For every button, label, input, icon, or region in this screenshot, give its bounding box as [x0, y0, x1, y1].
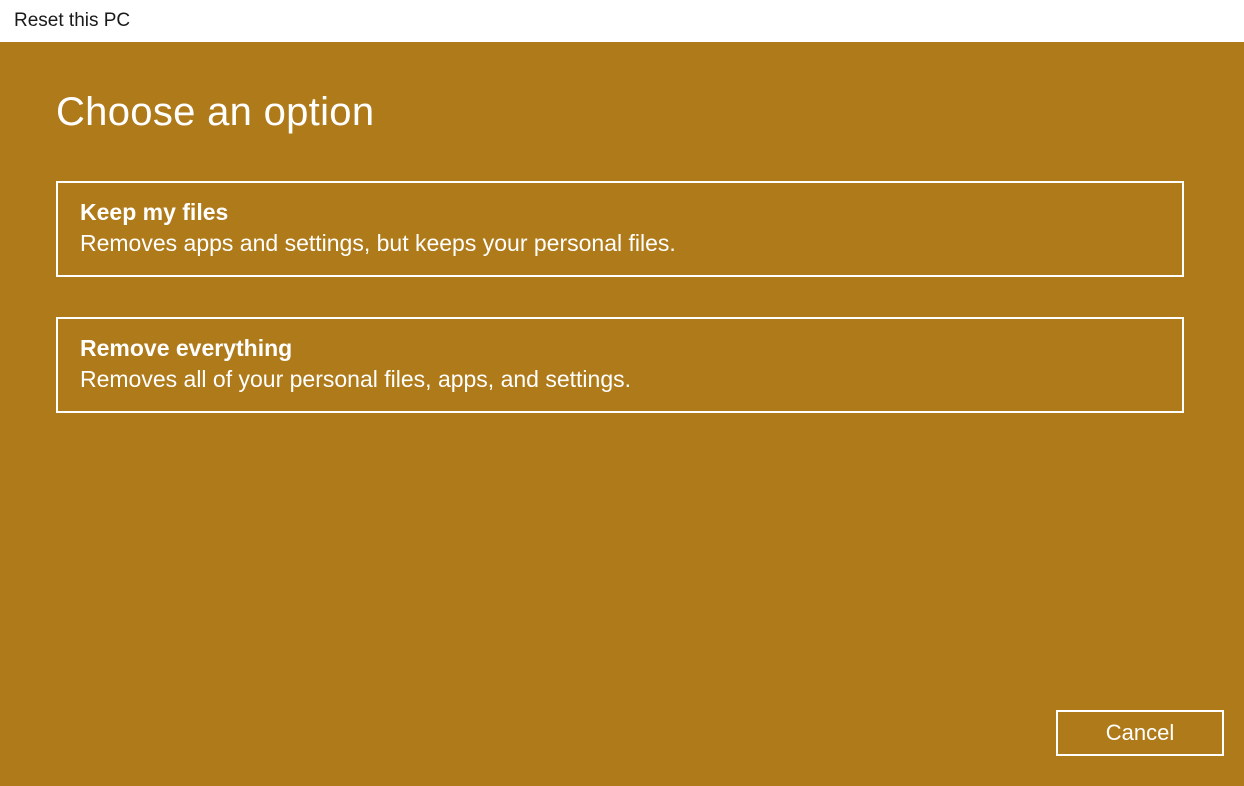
page-heading: Choose an option: [56, 90, 1188, 135]
cancel-button[interactable]: Cancel: [1056, 710, 1224, 756]
option-description: Removes apps and settings, but keeps you…: [80, 230, 1160, 257]
option-description: Removes all of your personal files, apps…: [80, 366, 1160, 393]
option-title: Keep my files: [80, 199, 1160, 226]
window-title: Reset this PC: [14, 10, 130, 32]
option-keep-my-files[interactable]: Keep my files Removes apps and settings,…: [56, 181, 1184, 277]
option-title: Remove everything: [80, 335, 1160, 362]
footer: Cancel: [1056, 710, 1224, 756]
content-area: Choose an option Keep my files Removes a…: [0, 42, 1244, 786]
titlebar: Reset this PC: [0, 0, 1244, 42]
option-remove-everything[interactable]: Remove everything Removes all of your pe…: [56, 317, 1184, 413]
